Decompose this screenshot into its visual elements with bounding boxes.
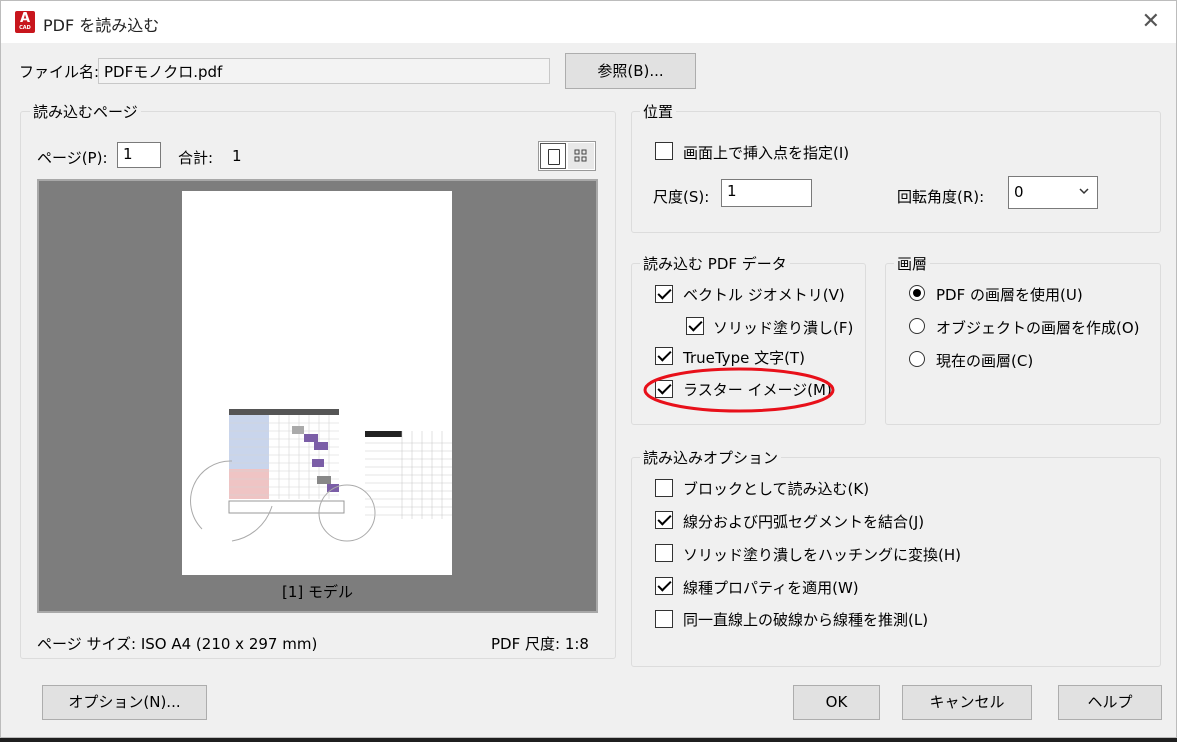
- solid-fill-checkbox[interactable]: [686, 317, 704, 335]
- layers-group-label: 画層: [894, 253, 931, 274]
- scale-input[interactable]: 1: [721, 179, 812, 207]
- title-bar: A CAD PDF を読み込む ✕: [1, 1, 1176, 43]
- vector-geometry-checkbox[interactable]: [655, 285, 673, 303]
- import-as-block-label: ブロックとして読み込む(K): [683, 480, 870, 498]
- page-size-text: ページ サイズ: ISO A4 (210 x 297 mm): [37, 635, 318, 653]
- pages-group-label: 読み込むページ: [30, 101, 141, 122]
- preview-caption: [1] モデル: [281, 583, 354, 601]
- rotation-select[interactable]: 0: [1008, 176, 1098, 209]
- page-preview: [1] モデル: [37, 179, 598, 613]
- apply-linetype-label: 線種プロパティを適用(W): [683, 579, 859, 597]
- current-layer-label: 現在の画層(C): [936, 352, 1034, 370]
- total-value: 1: [232, 147, 242, 165]
- apply-linetype-checkbox[interactable]: [655, 577, 673, 595]
- page-input[interactable]: 1: [117, 142, 161, 168]
- vector-geometry-label: ベクトル ジオメトリ(V): [683, 286, 845, 304]
- rotation-label: 回転角度(R):: [897, 188, 985, 206]
- convert-to-hatch-checkbox[interactable]: [655, 544, 673, 562]
- position-group-label: 位置: [640, 101, 677, 122]
- scale-label: 尺度(S):: [653, 188, 710, 206]
- browse-button[interactable]: 参照(B)...: [565, 53, 696, 89]
- window-title: PDF を読み込む: [43, 16, 160, 35]
- pdf-data-group-label: 読み込む PDF データ: [640, 253, 790, 274]
- file-name-label: ファイル名:: [19, 63, 100, 81]
- grid-icon: [574, 149, 587, 162]
- chevron-down-icon: [1079, 188, 1089, 195]
- join-segments-label: 線分および円弧セグメントを結合(J): [683, 513, 925, 531]
- cancel-button[interactable]: キャンセル: [902, 685, 1032, 720]
- pdf-scale-text: PDF 尺度: 1:8: [491, 635, 589, 653]
- position-group: [631, 111, 1161, 233]
- file-name-field[interactable]: PDFモノクロ.pdf: [98, 58, 550, 84]
- total-label: 合計:: [178, 149, 214, 167]
- single-page-icon: [548, 149, 560, 165]
- red-annotation-circle: [643, 367, 835, 413]
- create-object-layers-label: オブジェクトの画層を作成(O): [936, 319, 1140, 337]
- autocad-app-icon: A CAD: [15, 11, 35, 33]
- specify-on-screen-checkbox[interactable]: [655, 142, 673, 160]
- ok-button[interactable]: OK: [793, 685, 880, 720]
- page-label: ページ(P):: [37, 149, 108, 167]
- multi-page-view-button[interactable]: [568, 143, 594, 169]
- current-layer-radio[interactable]: [909, 351, 925, 367]
- join-segments-checkbox[interactable]: [655, 511, 673, 529]
- close-icon[interactable]: ✕: [1142, 9, 1160, 34]
- help-button[interactable]: ヘルプ: [1058, 685, 1162, 720]
- rotation-value: 0: [1014, 183, 1024, 201]
- import-as-block-checkbox[interactable]: [655, 479, 673, 497]
- preview-page-thumbnail: [182, 191, 452, 575]
- import-options-group-label: 読み込みオプション: [640, 447, 782, 468]
- use-pdf-layers-radio[interactable]: [909, 285, 925, 301]
- specify-on-screen-label: 画面上で挿入点を指定(I): [683, 144, 850, 162]
- infer-linetype-label: 同一直線上の破線から線種を推測(L): [683, 611, 929, 629]
- view-toggle: [538, 141, 596, 171]
- single-page-view-button[interactable]: [540, 143, 566, 169]
- pdf-import-dialog: A CAD PDF を読み込む ✕ ファイル名: PDFモノクロ.pdf 参照(B…: [0, 0, 1177, 738]
- convert-to-hatch-label: ソリッド塗り潰しをハッチングに変換(H): [683, 546, 961, 564]
- drawing-thumbnail: [190, 409, 452, 542]
- infer-linetype-checkbox[interactable]: [655, 610, 673, 628]
- create-object-layers-radio[interactable]: [909, 318, 925, 334]
- options-button[interactable]: オプション(N)...: [42, 685, 207, 720]
- solid-fill-label: ソリッド塗り潰し(F): [713, 319, 854, 337]
- use-pdf-layers-label: PDF の画層を使用(U): [936, 286, 1083, 304]
